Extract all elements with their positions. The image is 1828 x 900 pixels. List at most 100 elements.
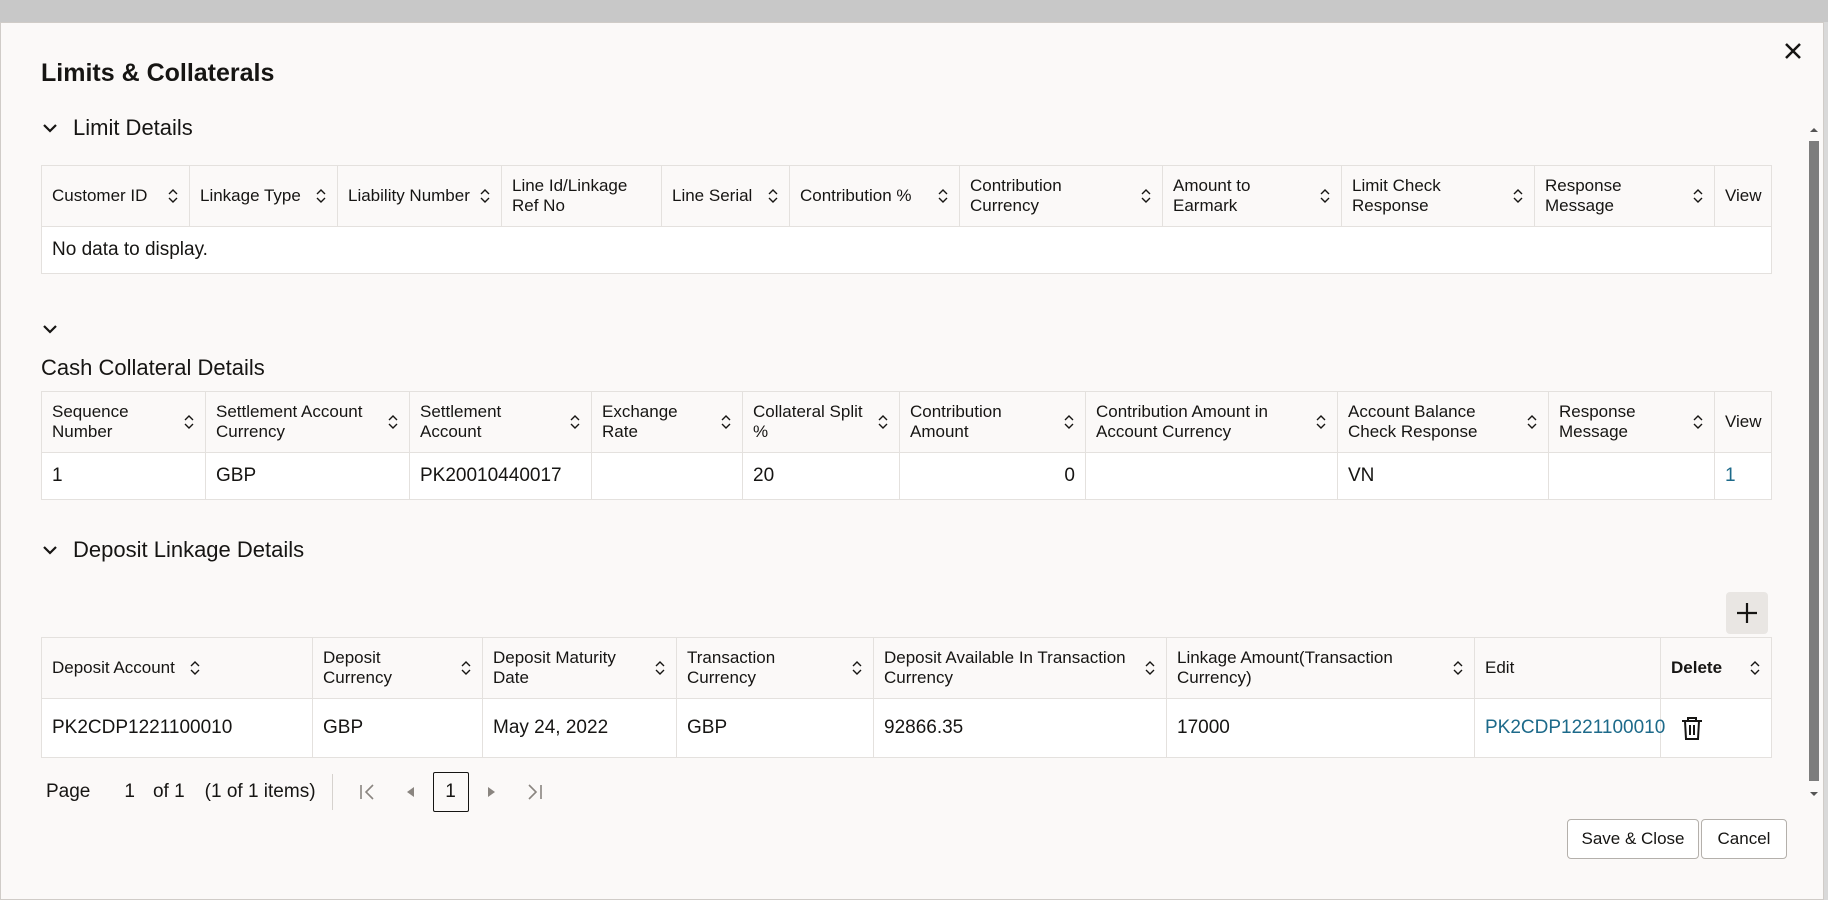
page-number-input[interactable]: 1 <box>124 781 135 803</box>
sort-icon[interactable] <box>167 188 179 204</box>
cell-collateral-split: 20 <box>742 452 900 500</box>
caret-left-icon <box>406 787 414 797</box>
add-row-button[interactable] <box>1726 592 1768 634</box>
column-header[interactable]: Linkage Type <box>189 165 338 227</box>
view-link[interactable]: 1 <box>1714 452 1772 500</box>
column-header[interactable]: Sequence Number <box>41 391 206 453</box>
deposit-linkage-title: Deposit Linkage Details <box>73 537 305 562</box>
chevron-down-icon <box>43 546 57 555</box>
column-header[interactable]: Deposit Maturity Date <box>482 637 677 699</box>
sort-icon[interactable] <box>1692 414 1704 430</box>
cell-balance-check-response: VN <box>1337 452 1549 500</box>
sort-icon[interactable] <box>1692 188 1704 204</box>
vertical-scrollbar[interactable] <box>1807 123 1821 803</box>
sort-icon[interactable] <box>767 188 779 204</box>
prev-page-button[interactable] <box>397 778 425 806</box>
sort-icon[interactable] <box>1140 188 1152 204</box>
column-header[interactable]: Transaction Currency <box>676 637 874 699</box>
deposit-linkage-header[interactable]: Deposit Linkage Details <box>41 537 304 563</box>
column-header[interactable]: Contribution Amount <box>899 391 1086 453</box>
cell-settlement-currency: GBP <box>205 452 410 500</box>
column-header[interactable]: Contribution Amount in Account Currency <box>1085 391 1338 453</box>
column-header[interactable]: Linkage Amount(Transaction Currency) <box>1166 637 1475 699</box>
sort-icon[interactable] <box>569 414 581 430</box>
last-page-button[interactable] <box>521 778 549 806</box>
scroll-down-icon[interactable] <box>1809 789 1819 799</box>
cell-contribution-amount: 0 <box>899 452 1086 500</box>
next-page-button[interactable] <box>477 778 505 806</box>
column-header[interactable]: Deposit Available In Transaction Currenc… <box>873 637 1167 699</box>
cell-deposit-currency: GBP <box>312 698 483 758</box>
sort-icon[interactable] <box>1452 660 1464 676</box>
column-header[interactable]: Contribution % <box>789 165 960 227</box>
column-header[interactable]: View <box>1714 165 1772 227</box>
column-header[interactable]: View <box>1714 391 1772 453</box>
sort-icon[interactable] <box>1526 414 1538 430</box>
column-header[interactable]: Settlement Account <box>409 391 592 453</box>
column-header[interactable]: Settlement Account Currency <box>205 391 410 453</box>
sort-icon[interactable] <box>315 188 327 204</box>
close-icon[interactable] <box>1777 35 1809 67</box>
first-page-icon <box>359 784 374 800</box>
column-header[interactable]: Deposit Currency <box>312 637 483 699</box>
cell-contribution-amount-acc <box>1085 452 1338 500</box>
edit-link[interactable]: PK2CDP1221100010 <box>1474 698 1665 758</box>
cell-maturity-date: May 24, 2022 <box>482 698 677 758</box>
sort-icon[interactable] <box>1315 414 1327 430</box>
column-header[interactable]: Collateral Split % <box>742 391 900 453</box>
cell-delete <box>1660 698 1772 758</box>
sort-icon[interactable] <box>1063 414 1075 430</box>
column-header[interactable]: Liability Number <box>337 165 502 227</box>
pagination: Page 1 of 1 (1 of 1 items) 1 <box>41 772 557 812</box>
column-header[interactable]: Customer ID <box>41 165 190 227</box>
sort-icon[interactable] <box>1749 660 1761 676</box>
sort-icon[interactable] <box>189 660 201 676</box>
page-of-label: of 1 <box>152 781 185 802</box>
caret-right-icon <box>487 787 495 797</box>
cell-sequence-number: 1 <box>41 452 206 500</box>
last-page-icon <box>527 784 542 800</box>
chevron-down-icon[interactable] <box>41 320 59 338</box>
column-header[interactable]: Response Message <box>1534 165 1715 227</box>
scroll-up-icon[interactable] <box>1809 125 1819 135</box>
current-page-button[interactable]: 1 <box>432 772 469 812</box>
column-header[interactable]: Contribution Currency <box>959 165 1163 227</box>
column-header[interactable]: Exchange Rate <box>591 391 743 453</box>
deposit-linkage-table: Deposit Account Deposit Currency Deposit… <box>41 637 1772 758</box>
scrollbar-thumb[interactable] <box>1809 141 1819 781</box>
sort-icon[interactable] <box>460 660 472 676</box>
column-header[interactable]: Account Balance Check Response <box>1337 391 1549 453</box>
divider <box>331 774 333 810</box>
column-header[interactable]: Response Message <box>1548 391 1715 453</box>
background-strip <box>0 0 1828 22</box>
sort-icon[interactable] <box>654 660 666 676</box>
column-header[interactable]: Delete <box>1660 637 1772 699</box>
cell-transaction-currency: GBP <box>676 698 874 758</box>
column-header[interactable]: Line Id/Linkage Ref No <box>501 165 662 227</box>
column-header[interactable]: Line Serial <box>661 165 790 227</box>
sort-icon[interactable] <box>851 660 863 676</box>
sort-icon[interactable] <box>183 414 195 430</box>
sort-icon[interactable] <box>877 414 889 430</box>
trash-icon[interactable] <box>1679 715 1705 741</box>
save-close-button[interactable]: Save & Close <box>1567 819 1699 859</box>
cancel-button[interactable]: Cancel <box>1701 819 1787 859</box>
limit-details-header[interactable]: Limit Details <box>41 115 193 141</box>
column-header[interactable]: Amount to Earmark <box>1162 165 1342 227</box>
sort-icon[interactable] <box>387 414 399 430</box>
empty-message: No data to display. <box>41 226 1772 274</box>
column-header[interactable]: Limit Check Response <box>1341 165 1535 227</box>
sort-icon[interactable] <box>1319 188 1331 204</box>
sort-icon[interactable] <box>479 188 491 204</box>
cell-response-message <box>1548 452 1715 500</box>
first-page-button[interactable] <box>353 778 381 806</box>
chevron-down-icon <box>43 124 57 133</box>
cell-exchange-rate <box>591 452 743 500</box>
sort-icon[interactable] <box>1512 188 1524 204</box>
sort-icon[interactable] <box>1144 660 1156 676</box>
column-header[interactable]: Deposit Account <box>41 637 313 699</box>
sort-icon[interactable] <box>720 414 732 430</box>
cash-collateral-title: Cash Collateral Details <box>41 355 265 380</box>
limits-collaterals-dialog: Limits & Collaterals Limit Details Custo… <box>0 22 1824 900</box>
sort-icon[interactable] <box>937 188 949 204</box>
